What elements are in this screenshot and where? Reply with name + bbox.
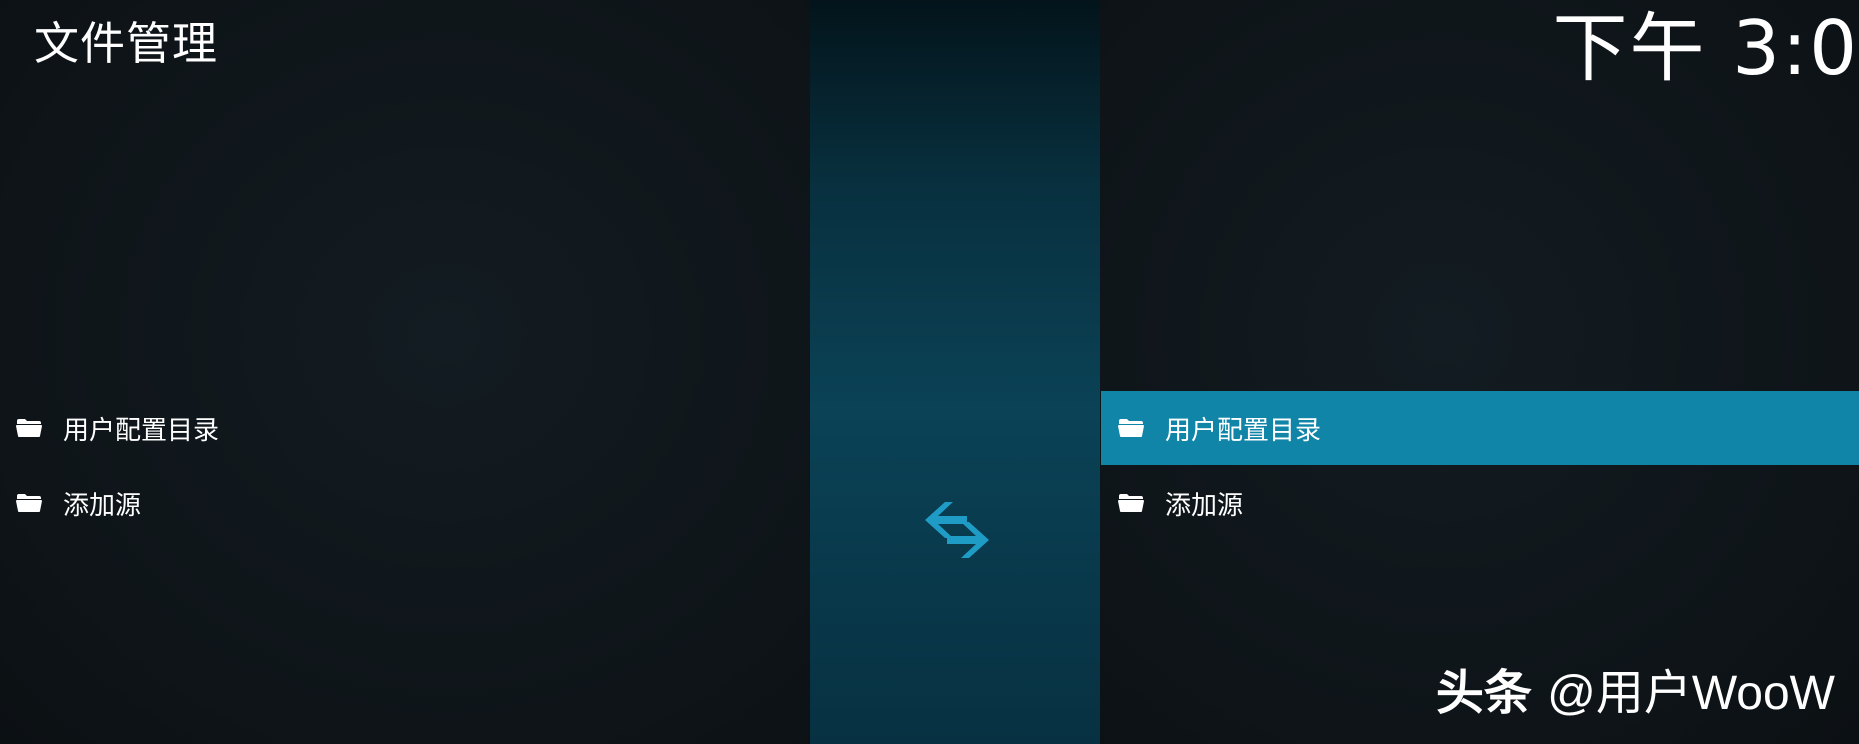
list-item-label: 添加源: [63, 490, 142, 521]
list-item-label: 添加源: [1165, 490, 1244, 521]
folder-icon: [1118, 494, 1144, 512]
left-list-item-profile-dir[interactable]: 用户配置目录: [0, 391, 810, 465]
page-title: 文件管理: [34, 17, 219, 70]
left-list-item-add-source[interactable]: 添加源: [0, 466, 810, 540]
right-pane: [1100, 0, 1859, 744]
right-list-item-profile-dir[interactable]: 用户配置目录: [1101, 391, 1859, 465]
list-item-label: 用户配置目录: [1165, 415, 1322, 446]
file-manager-screen: 文件管理 下午 3:0 用户配置目录 添加源 用户配置目录 添加源 头条 @用户: [0, 0, 1859, 744]
left-pane: [0, 0, 810, 744]
watermark-brand: 头条: [1435, 665, 1532, 721]
watermark-handle: @用户WooW: [1547, 667, 1835, 720]
folder-icon: [16, 419, 42, 437]
swap-arrows-icon[interactable]: [923, 498, 991, 562]
right-list-item-add-source[interactable]: 添加源: [1101, 466, 1859, 540]
watermark: 头条 @用户WooW: [1436, 665, 1835, 722]
pane-divider: [810, 0, 1100, 744]
folder-icon: [16, 494, 42, 512]
folder-icon: [1118, 419, 1144, 437]
list-item-label: 用户配置目录: [63, 415, 220, 446]
clock: 下午 3:0: [1552, 4, 1859, 92]
